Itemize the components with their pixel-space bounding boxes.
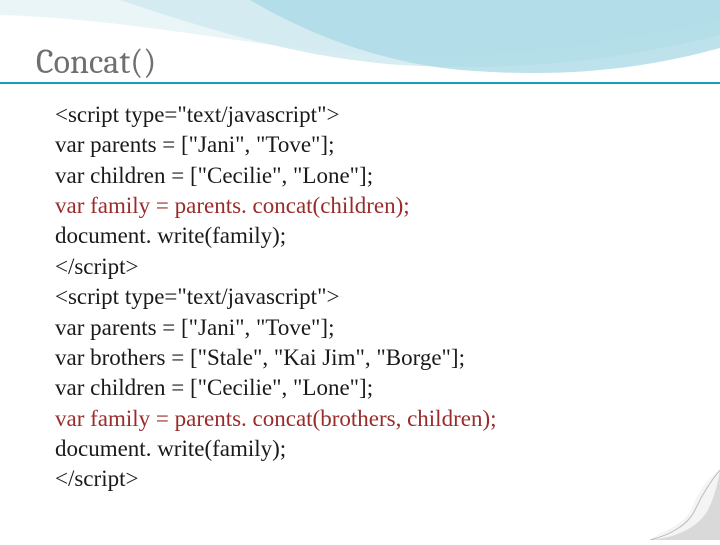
code-block: <script type="text/javascript"> var pare… — [55, 100, 695, 495]
code-line: document. write(family); — [55, 434, 695, 464]
code-line-highlight: var family = parents. concat(brothers, c… — [55, 404, 695, 434]
code-line: var children = ["Cecilie", "Lone"]; — [55, 373, 695, 403]
code-line-highlight: var family = parents. concat(children); — [55, 191, 695, 221]
code-line: <script type="text/javascript"> — [55, 100, 695, 130]
code-line: </script> — [55, 252, 695, 282]
title-underline — [0, 82, 720, 84]
code-line: </script> — [55, 464, 695, 494]
code-line: var brothers = ["Stale", "Kai Jim", "Bor… — [55, 343, 695, 373]
page-curl-decoration — [630, 450, 720, 540]
code-line: <script type="text/javascript"> — [55, 282, 695, 312]
slide-title: Concat() — [36, 42, 156, 82]
code-line: var parents = ["Jani", "Tove"]; — [55, 313, 695, 343]
code-line: var parents = ["Jani", "Tove"]; — [55, 130, 695, 160]
code-line: document. write(family); — [55, 221, 695, 251]
code-line: var children = ["Cecilie", "Lone"]; — [55, 161, 695, 191]
